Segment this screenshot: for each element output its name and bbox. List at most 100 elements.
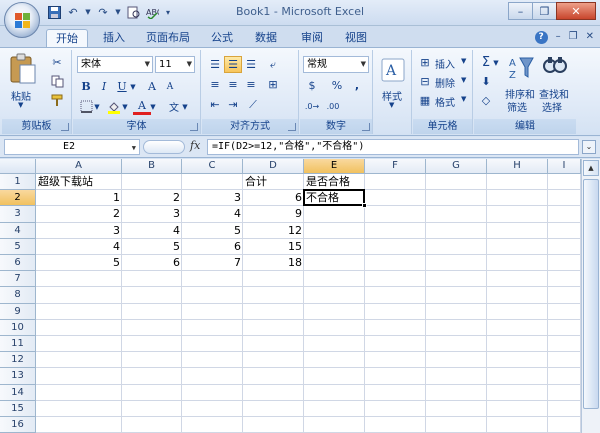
cell-d1[interactable]: 合计 xyxy=(243,174,304,190)
underline-dropdown-icon[interactable]: ▼ xyxy=(129,78,137,95)
cell-d4[interactable]: 12 xyxy=(243,223,304,239)
number-format-combo[interactable]: 常规 ▼ xyxy=(303,56,369,73)
row-header[interactable]: 2 xyxy=(0,190,36,207)
tab-review[interactable]: 审阅 xyxy=(292,29,332,48)
cell-c6[interactable]: 7 xyxy=(182,255,243,271)
cell-b6[interactable]: 6 xyxy=(122,255,182,271)
cell-b4[interactable]: 4 xyxy=(122,223,182,239)
row-header[interactable]: 10 xyxy=(0,319,36,336)
align-top-icon[interactable]: ☰ xyxy=(206,56,224,73)
alignment-launcher-icon[interactable] xyxy=(288,123,296,131)
cell-b3[interactable]: 3 xyxy=(122,206,182,222)
decrease-indent-icon[interactable]: ⇤ xyxy=(206,96,224,113)
cell-a4[interactable]: 3 xyxy=(36,223,122,239)
cell-d2[interactable]: 6 xyxy=(243,190,304,206)
row-header[interactable]: 1 xyxy=(0,174,36,191)
ribbon-close-icon[interactable]: ✕ xyxy=(586,31,594,44)
column-header[interactable]: A xyxy=(36,159,122,174)
insert-cells-icon[interactable]: ⊞ xyxy=(416,54,434,71)
select-all-corner[interactable] xyxy=(0,159,36,174)
find-select-icon[interactable] xyxy=(540,53,570,83)
delete-dropdown-icon[interactable]: ▼ xyxy=(461,76,466,84)
row-header[interactable]: 11 xyxy=(0,336,36,353)
clipboard-launcher-icon[interactable] xyxy=(61,123,69,131)
tab-data[interactable]: 数据 xyxy=(246,29,286,48)
tab-page-layout[interactable]: 页面布局 xyxy=(137,29,199,48)
copy-icon[interactable] xyxy=(48,73,66,90)
tab-formulas[interactable]: 公式 xyxy=(202,29,242,48)
fill-icon[interactable]: ⬇ xyxy=(477,73,495,90)
column-header[interactable]: F xyxy=(365,159,426,174)
row-header[interactable]: 6 xyxy=(0,255,36,272)
tab-home[interactable]: 开始 xyxy=(46,29,88,48)
find-select-label-2[interactable]: 选择 xyxy=(542,99,562,114)
font-color-dropdown-icon[interactable]: ▼ xyxy=(149,98,157,115)
row-header[interactable]: 5 xyxy=(0,238,36,255)
format-dropdown-icon[interactable]: ▼ xyxy=(461,95,466,103)
column-header[interactable]: C xyxy=(182,159,243,174)
insert-cells-button[interactable]: 插入 xyxy=(435,56,455,71)
column-header[interactable]: H xyxy=(487,159,548,174)
font-launcher-icon[interactable] xyxy=(190,123,198,131)
paste-icon[interactable] xyxy=(6,52,40,86)
font-size-dropdown-icon[interactable]: ▼ xyxy=(187,57,192,72)
number-format-dropdown-icon[interactable]: ▼ xyxy=(361,57,366,72)
orientation-icon[interactable]: ⟋ xyxy=(244,96,262,113)
column-header[interactable]: D xyxy=(243,159,304,174)
cell-d6[interactable]: 18 xyxy=(243,255,304,271)
grow-font-button[interactable]: A xyxy=(143,78,161,95)
close-icon[interactable]: ✕ xyxy=(556,2,596,20)
cell-d3[interactable]: 9 xyxy=(243,206,304,222)
autosum-dropdown-icon[interactable]: ▼ xyxy=(492,54,500,71)
italic-button[interactable]: I xyxy=(95,78,113,95)
sort-filter-icon[interactable]: AZ xyxy=(506,53,536,83)
align-middle-icon[interactable]: ☰ xyxy=(224,56,242,73)
decrease-decimal-icon[interactable]: .00 xyxy=(324,98,342,115)
increase-indent-icon[interactable]: ⇥ xyxy=(224,96,242,113)
font-size-combo[interactable]: 11 ▼ xyxy=(155,56,195,73)
format-painter-icon[interactable] xyxy=(48,92,66,109)
styles-dropdown-icon[interactable]: ▼ xyxy=(389,101,394,109)
align-right-icon[interactable]: ≡ xyxy=(242,76,260,93)
formula-bar-resizer[interactable] xyxy=(143,140,185,154)
sort-filter-label-2[interactable]: 筛选 xyxy=(507,99,527,114)
cut-icon[interactable]: ✂ xyxy=(48,54,66,71)
row-header[interactable]: 7 xyxy=(0,271,36,288)
comma-style-button[interactable]: , xyxy=(348,77,366,94)
ribbon-minimize-icon[interactable]: – xyxy=(556,31,561,44)
format-cells-button[interactable]: 格式 xyxy=(435,94,455,109)
paste-dropdown-icon[interactable]: ▼ xyxy=(18,101,23,109)
office-button[interactable] xyxy=(4,2,40,38)
align-bottom-icon[interactable]: ☰ xyxy=(242,56,260,73)
cell-a3[interactable]: 2 xyxy=(36,206,122,222)
shrink-font-button[interactable]: A xyxy=(161,78,179,95)
delete-cells-icon[interactable]: ⊟ xyxy=(416,73,434,90)
column-header[interactable]: B xyxy=(122,159,182,174)
formula-input[interactable]: =IF(D2>=12,"合格","不合格") xyxy=(207,139,579,155)
expand-formula-bar-icon[interactable]: ⌄ xyxy=(582,140,596,154)
help-icon[interactable]: ? xyxy=(534,31,548,44)
row-header[interactable]: 9 xyxy=(0,303,36,320)
percent-style-button[interactable]: % xyxy=(328,77,346,94)
insert-dropdown-icon[interactable]: ▼ xyxy=(461,57,466,65)
name-box-dropdown-icon[interactable]: ▼ xyxy=(132,141,136,155)
row-header[interactable]: 4 xyxy=(0,222,36,239)
number-launcher-icon[interactable] xyxy=(362,123,370,131)
scroll-thumb[interactable] xyxy=(583,179,599,409)
row-header[interactable]: 3 xyxy=(0,206,36,223)
cell-a6[interactable]: 5 xyxy=(36,255,122,271)
phonetic-dropdown-icon[interactable]: ▼ xyxy=(181,98,189,115)
tab-insert[interactable]: 插入 xyxy=(94,29,134,48)
row-header[interactable]: 15 xyxy=(0,400,36,417)
tab-view[interactable]: 视图 xyxy=(336,29,376,48)
column-header[interactable]: I xyxy=(548,159,581,174)
align-left-icon[interactable]: ≡ xyxy=(206,76,224,93)
format-cells-icon[interactable]: ▦ xyxy=(416,92,434,109)
cell-e1[interactable]: 是否合格 xyxy=(304,174,365,190)
vertical-scrollbar[interactable]: ▲ xyxy=(581,159,600,433)
bold-button[interactable]: B xyxy=(77,78,95,95)
ribbon-restore-icon[interactable]: ❐ xyxy=(569,31,578,44)
row-header[interactable]: 16 xyxy=(0,417,36,433)
row-header[interactable]: 8 xyxy=(0,287,36,304)
cell-c4[interactable]: 5 xyxy=(182,223,243,239)
